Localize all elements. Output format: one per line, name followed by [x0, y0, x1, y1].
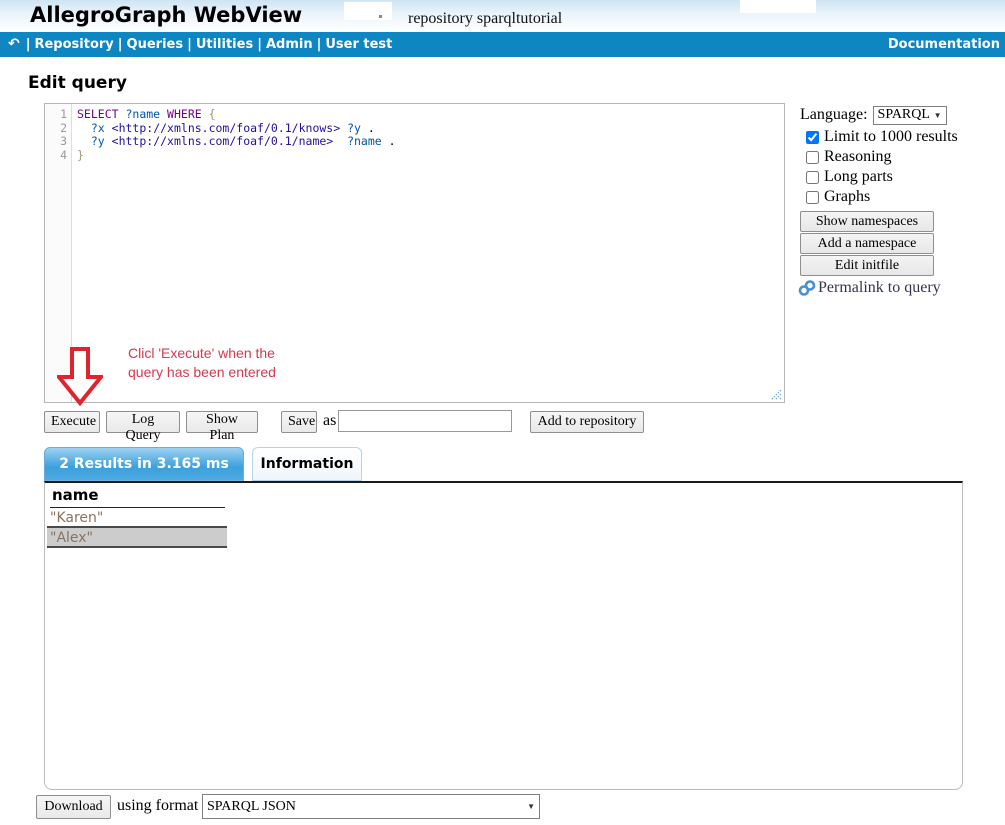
nav-separator: | [114, 37, 127, 52]
checkbox-limit-to-1000-results[interactable]: Limit to 1000 results [806, 129, 1005, 145]
execute-annotation: Clicl 'Execute' when the query has been … [128, 344, 276, 381]
save-name-input[interactable] [338, 410, 512, 432]
checkbox-reasoning[interactable]: Reasoning [806, 149, 1005, 165]
checkbox-input[interactable] [806, 151, 819, 164]
results-column-header: name [50, 486, 225, 509]
nav-item-admin[interactable]: Admin [266, 37, 313, 52]
results-tabs: 2 Results in 3.165 msInformation [44, 447, 362, 481]
line-number: 4 [45, 149, 71, 163]
download-button[interactable]: Download [36, 795, 111, 819]
permalink-to-query-link[interactable]: Permalink to query [798, 279, 1005, 297]
language-selected-value: SPARQL [878, 107, 930, 123]
navbar-links: ↶|Repository|Queries|Utilities|Admin|Use… [8, 32, 392, 57]
blank-patch [740, 0, 816, 13]
main-navbar: ↶|Repository|Queries|Utilities|Admin|Use… [0, 32, 1005, 57]
annotation-line: Clicl 'Execute' when the [128, 344, 276, 363]
resize-handle-icon[interactable] [769, 387, 782, 400]
nav-item-queries[interactable]: Queries [127, 37, 184, 52]
nav-separator: | [22, 37, 35, 52]
code-line: SELECT ?name WHERE { [77, 108, 784, 122]
page-title: Edit query [28, 73, 127, 93]
save-as-label: as [323, 412, 336, 430]
nav-separator: | [183, 37, 196, 52]
add-a-namespace-button[interactable]: Add a namespace [800, 233, 934, 254]
checkbox-label: Graphs [824, 188, 870, 206]
using-format-label: using format [117, 797, 198, 815]
table-row[interactable]: "Alex" [47, 528, 227, 548]
back-arrow-icon[interactable]: ↶ [8, 36, 22, 52]
cursor-artifact [379, 15, 382, 18]
show-namespaces-button[interactable]: Show namespaces [800, 211, 934, 232]
page-header: AllegroGraph WebView repository sparqltu… [0, 0, 1005, 32]
nav-item-repository[interactable]: Repository [34, 37, 113, 52]
option-checkboxes: Limit to 1000 results Reasoning Long parts… [798, 129, 1005, 205]
code-line: } [77, 149, 784, 163]
link-icon [798, 279, 816, 297]
save-button[interactable]: Save [281, 411, 317, 433]
checkbox-input[interactable] [806, 131, 819, 144]
code-line: ?y <http://xmlns.com/foaf/0.1/name> ?nam… [77, 135, 784, 149]
permalink-label: Permalink to query [818, 279, 941, 297]
code-line: ?x <http://xmlns.com/foaf/0.1/knows> ?y … [77, 122, 784, 136]
download-format-select[interactable]: SPARQL JSON ▼ [202, 794, 540, 819]
language-row: Language: SPARQL ▼ [798, 105, 1005, 125]
checkbox-input[interactable] [806, 191, 819, 204]
results-rows: "Karen""Alex" [47, 508, 227, 548]
tab-2-results-in-3-165-ms[interactable]: 2 Results in 3.165 ms [44, 447, 244, 481]
nav-item-documentation[interactable]: Documentation [888, 32, 1000, 57]
tab-information[interactable]: Information [252, 447, 362, 481]
annotation-line: query has been entered [128, 363, 276, 382]
namespace-buttons: Show namespacesAdd a namespaceEdit initf… [798, 211, 1005, 276]
nav-item-utilities[interactable]: Utilities [196, 37, 253, 52]
checkbox-label: Long parts [824, 168, 893, 186]
repository-label: repository sparqltutorial [408, 10, 562, 28]
checkbox-label: Limit to 1000 results [824, 128, 958, 146]
execute-button[interactable]: Execute [44, 411, 100, 433]
checkbox-input[interactable] [806, 171, 819, 184]
nav-separator: | [253, 37, 266, 52]
log-query-button[interactable]: Log Query [106, 411, 180, 433]
checkbox-label: Reasoning [824, 148, 892, 166]
annotation-arrow-icon [57, 347, 103, 406]
checkbox-graphs[interactable]: Graphs [806, 189, 1005, 205]
line-number: 1 [45, 108, 71, 122]
results-panel: name "Karen""Alex" The results appear he… [44, 481, 963, 790]
edit-initfile-button[interactable]: Edit initfile [800, 255, 934, 276]
line-number: 3 [45, 135, 71, 149]
checkbox-long-parts[interactable]: Long parts [806, 169, 1005, 185]
blank-patch [344, 2, 392, 20]
line-number: 2 [45, 122, 71, 136]
add-to-repository-button[interactable]: Add to repository [530, 411, 644, 433]
nav-item-user-test[interactable]: User test [325, 37, 392, 52]
show-plan-button[interactable]: Show Plan [186, 411, 258, 433]
table-row[interactable]: "Karen" [47, 508, 227, 528]
language-select[interactable]: SPARQL ▼ [873, 106, 947, 125]
format-selected-value: SPARQL JSON [207, 799, 296, 815]
chevron-down-icon: ▼ [527, 802, 535, 811]
app-title: AllegroGraph WebView [30, 3, 302, 27]
nav-separator: | [313, 37, 326, 52]
query-options-sidebar: Language: SPARQL ▼ Limit to 1000 results… [798, 105, 1005, 297]
webview-screen: AllegroGraph WebView repository sparqltu… [0, 0, 1005, 825]
language-label: Language: [800, 106, 868, 124]
chevron-down-icon: ▼ [934, 111, 942, 120]
